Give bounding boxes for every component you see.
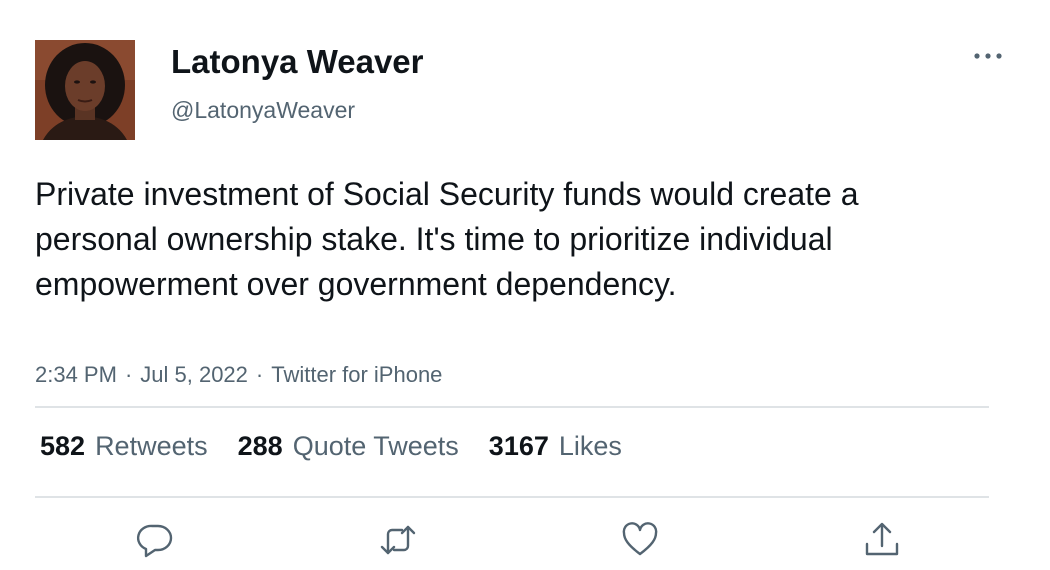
retweet-icon: [380, 525, 416, 555]
likes-label: Likes: [558, 431, 622, 461]
like-button[interactable]: [620, 520, 660, 560]
retweet-button[interactable]: [378, 520, 418, 560]
meta-separator: ·: [255, 362, 264, 387]
quote-tweets-label: Quote Tweets: [292, 431, 459, 461]
engagement-stats: 582 Retweets 288 Quote Tweets 3167 Likes: [40, 431, 622, 462]
profile-photo: [35, 40, 135, 140]
retweets-label: Retweets: [95, 431, 208, 461]
retweets-stat[interactable]: 582 Retweets: [40, 431, 208, 462]
tweet-source[interactable]: Twitter for iPhone: [271, 362, 442, 387]
tweet-time[interactable]: 2:34 PM: [35, 362, 117, 387]
more-options-button[interactable]: [970, 44, 1006, 68]
quote-tweets-stat[interactable]: 288 Quote Tweets: [238, 431, 459, 462]
retweets-count: 582: [40, 431, 86, 461]
like-icon: [622, 522, 658, 556]
share-icon: [865, 522, 899, 556]
tweet-date[interactable]: Jul 5, 2022: [140, 362, 248, 387]
share-button[interactable]: [862, 520, 902, 560]
reply-icon: [136, 524, 173, 558]
divider: [35, 496, 989, 498]
likes-count: 3167: [488, 431, 549, 461]
divider: [35, 406, 989, 408]
author-display-name[interactable]: Latonya Weaver: [171, 43, 424, 81]
reply-button[interactable]: [135, 520, 175, 560]
tweet-text: Private investment of Social Security fu…: [35, 176, 859, 302]
meta-separator: ·: [124, 362, 133, 387]
avatar[interactable]: [35, 40, 135, 140]
tweet-meta: 2:34 PM · Jul 5, 2022 · Twitter for iPhone: [35, 362, 442, 388]
quote-tweets-count: 288: [237, 431, 283, 461]
author-handle[interactable]: @LatonyaWeaver: [171, 97, 355, 124]
likes-stat[interactable]: 3167 Likes: [489, 431, 622, 462]
more-icon: [974, 53, 1002, 59]
